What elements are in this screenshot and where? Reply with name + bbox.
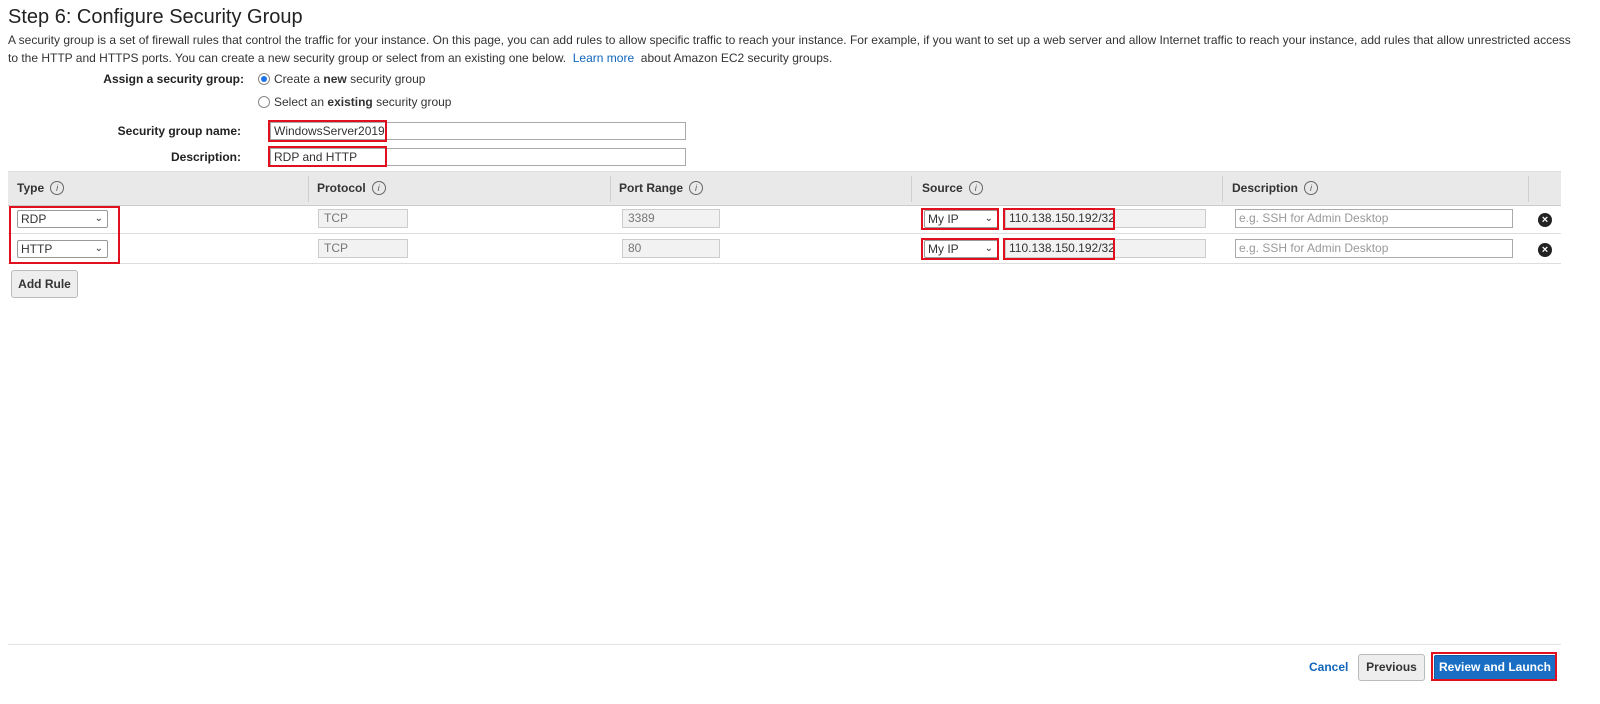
- column-header-port-range: Port Range i: [619, 181, 704, 195]
- security-group-name-label: Security group name:: [117, 124, 241, 138]
- column-header-description: Description i: [1232, 181, 1319, 195]
- security-group-name-input[interactable]: WindowsServer2019: [270, 122, 686, 140]
- port-range-field: 3389: [622, 209, 720, 228]
- column-header-source: Source i: [922, 181, 983, 195]
- description-label: Description:: [170, 150, 241, 164]
- rule-description-input[interactable]: e.g. SSH for Admin Desktop: [1235, 209, 1513, 228]
- previous-button[interactable]: Previous: [1358, 654, 1425, 681]
- remove-rule-icon[interactable]: ×: [1538, 213, 1552, 227]
- radio-select-existing-button[interactable]: [258, 96, 270, 108]
- protocol-field: TCP: [318, 209, 408, 228]
- learn-more-link[interactable]: Learn more: [573, 51, 634, 65]
- rules-table-header: Type i Protocol i Port Range i Source i Desc…: [8, 171, 1561, 206]
- source-select[interactable]: My IP ⌄: [924, 210, 998, 228]
- add-rule-button[interactable]: Add Rule: [11, 270, 78, 298]
- type-select[interactable]: RDP ⌄: [17, 210, 108, 228]
- source-ip-input[interactable]: 110.138.150.192/32: [1005, 239, 1206, 258]
- description-input[interactable]: RDP and HTTP: [270, 148, 686, 166]
- radio-select-existing-label: Select an existing security group: [274, 95, 452, 109]
- radio-create-new-button[interactable]: [258, 73, 270, 85]
- column-header-type: Type i: [17, 181, 65, 195]
- radio-create-new[interactable]: Create a new security group: [258, 72, 425, 86]
- info-icon[interactable]: i: [1304, 181, 1319, 195]
- chevron-down-icon: ⌄: [94, 243, 103, 254]
- source-ip-input[interactable]: 110.138.150.192/32: [1005, 209, 1206, 228]
- column-header-protocol: Protocol i: [317, 181, 386, 195]
- chevron-down-icon: ⌄: [984, 243, 993, 254]
- chevron-down-icon: ⌄: [984, 213, 993, 224]
- remove-rule-icon[interactable]: ×: [1538, 243, 1552, 257]
- rule-description-input[interactable]: e.g. SSH for Admin Desktop: [1235, 239, 1513, 258]
- info-icon[interactable]: i: [689, 181, 704, 195]
- radio-select-existing[interactable]: Select an existing security group: [258, 95, 451, 109]
- type-select[interactable]: HTTP ⌄: [17, 240, 108, 258]
- cancel-link[interactable]: Cancel: [1309, 660, 1348, 674]
- page-title: Step 6: Configure Security Group: [8, 6, 303, 28]
- intro-paragraph: A security group is a set of firewall ru…: [8, 31, 1578, 67]
- source-select[interactable]: My IP ⌄: [924, 240, 998, 258]
- info-icon[interactable]: i: [371, 181, 386, 195]
- info-icon[interactable]: i: [968, 181, 983, 195]
- port-range-field: 80: [622, 239, 720, 258]
- assign-label: Assign a security group:: [103, 72, 244, 86]
- review-and-launch-button[interactable]: Review and Launch: [1434, 655, 1556, 680]
- info-icon[interactable]: i: [50, 181, 65, 195]
- protocol-field: TCP: [318, 239, 408, 258]
- radio-create-new-label: Create a new security group: [274, 72, 426, 86]
- intro-suffix: about Amazon EC2 security groups.: [640, 51, 833, 65]
- chevron-down-icon: ⌄: [94, 213, 103, 224]
